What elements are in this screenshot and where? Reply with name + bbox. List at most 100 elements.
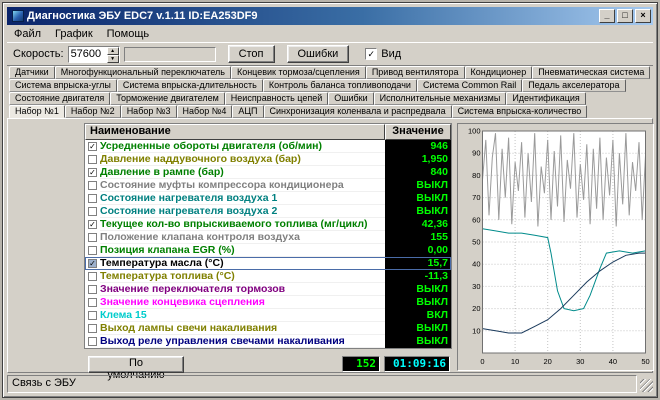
table-row[interactable]: Температура топлива (°C)-11,3	[85, 270, 451, 283]
menu-item-file[interactable]: Файл	[7, 27, 48, 41]
table-row[interactable]: Положение клапана контроля воздуха155	[85, 231, 451, 244]
table-row[interactable]: ✓Температура масла (°C)15,7	[85, 257, 451, 270]
minimize-button[interactable]: _	[599, 9, 615, 23]
table-row[interactable]: Значение переключателя тормозовВЫКЛ	[85, 283, 451, 296]
tab-2-3[interactable]: Ошибки	[328, 92, 373, 105]
stop-button[interactable]: Стоп	[228, 45, 275, 63]
sample-counter: 152	[342, 356, 380, 372]
table-row[interactable]: ✓Текущее кол-во впрыскиваемого топлива (…	[85, 218, 451, 231]
row-checkbox[interactable]	[88, 298, 97, 307]
tab-3-2[interactable]: Набор №3	[121, 105, 177, 118]
table-row[interactable]: Состояние муфты компрессора кондиционера…	[85, 179, 451, 192]
menu-item-graph[interactable]: График	[48, 27, 100, 41]
tab-2-2[interactable]: Неисправность цепей	[225, 92, 328, 105]
table-row[interactable]: ✓Давление в рампе (бар)840	[85, 166, 451, 179]
y-tick-label: 50	[472, 238, 480, 247]
view-label: Вид	[381, 48, 401, 60]
table-row[interactable]: Позиция клапана EGR (%)0,00	[85, 244, 451, 257]
tab-2-4[interactable]: Исполнительные механизмы	[374, 92, 507, 105]
view-checkbox[interactable]: ✓	[365, 48, 377, 60]
row-checkbox[interactable]	[88, 207, 97, 216]
tab-1-3[interactable]: Система Common Rail	[417, 79, 522, 92]
toolbar: Скорость: 57600 ▲ ▼ Стоп Ошибки ✓ Вид	[7, 42, 653, 66]
param-value: 946	[385, 140, 451, 153]
column-header-value[interactable]: Значение	[385, 124, 451, 140]
row-checkbox[interactable]	[88, 285, 97, 294]
tab-2-0[interactable]: Состояние двигателя	[9, 92, 110, 105]
param-label: Давление в рампе (бар)	[100, 166, 385, 179]
row-checkbox[interactable]	[88, 246, 97, 255]
tab-3-5[interactable]: Синхронизация коленвала и распредвала	[264, 105, 452, 118]
table-row[interactable]: ✓Усредненные обороты двигателя (об/мин)9…	[85, 140, 451, 153]
status-bar: Связь с ЭБУ	[7, 375, 653, 393]
tab-1-0[interactable]: Система впрыска-углы	[9, 79, 117, 92]
row-checkbox[interactable]	[88, 181, 97, 190]
tab-0-5[interactable]: Пневматическая система	[532, 66, 650, 79]
row-checkbox[interactable]	[88, 337, 97, 346]
app-window: Диагностика ЭБУ EDC7 v.1.11 ID:EA253DF9 …	[2, 2, 658, 398]
title-bar[interactable]: Диагностика ЭБУ EDC7 v.1.11 ID:EA253DF9 …	[7, 7, 653, 25]
table-row[interactable]: Выход лампы свечи накаливанияВЫКЛ	[85, 322, 451, 335]
menu-bar: ФайлГрафикПомощь	[7, 26, 653, 42]
param-value: ВЫКЛ	[385, 335, 451, 348]
row-checkbox[interactable]	[88, 272, 97, 281]
table-body: ✓Усредненные обороты двигателя (об/мин)9…	[85, 140, 451, 348]
tab-1-1[interactable]: Система впрыска-длительность	[117, 79, 263, 92]
table-row[interactable]: Выход реле управления свечами накаливани…	[85, 335, 451, 348]
errors-button[interactable]: Ошибки	[287, 45, 350, 63]
speed-combo[interactable]: 57600 ▲ ▼	[68, 46, 120, 63]
row-checkbox[interactable]: ✓	[88, 259, 97, 268]
spin-up-icon[interactable]: ▲	[107, 47, 119, 55]
tab-1-4[interactable]: Педаль акселератора	[522, 79, 625, 92]
row-checkbox[interactable]	[88, 233, 97, 242]
tab-strip: ДатчикиМногофункциональный переключатель…	[7, 66, 653, 118]
tab-3-1[interactable]: Набор №2	[65, 105, 121, 118]
param-value: ВЫКЛ	[385, 179, 451, 192]
row-checkbox[interactable]	[88, 311, 97, 320]
tab-2-5[interactable]: Идентификация	[506, 92, 585, 105]
y-tick-label: 40	[472, 260, 480, 269]
table-row[interactable]: Давление наддувочного воздуха (бар)1,950	[85, 153, 451, 166]
param-label: Состояние нагревателя воздуха 2	[100, 205, 385, 218]
param-value: ВЫКЛ	[385, 283, 451, 296]
default-button[interactable]: По умолчанию	[88, 356, 184, 373]
tab-2-1[interactable]: Торможение двигателем	[110, 92, 225, 105]
chart-panel: 01020304050102030405060708090100	[457, 123, 654, 371]
row-checkbox[interactable]	[88, 324, 97, 333]
table-row[interactable]: Состояние нагревателя воздуха 2ВЫКЛ	[85, 205, 451, 218]
row-checkbox[interactable]: ✓	[88, 220, 97, 229]
tab-1-2[interactable]: Контроль баланса топливоподачи	[263, 79, 417, 92]
param-label: Значение переключателя тормозов	[100, 283, 385, 296]
param-value: 840	[385, 166, 451, 179]
resize-grip[interactable]	[640, 379, 653, 392]
maximize-button[interactable]: □	[617, 9, 633, 23]
tab-0-1[interactable]: Многофункциональный переключатель	[55, 66, 231, 79]
tab-3-4[interactable]: АЦП	[232, 105, 263, 118]
tab-row-1: ДатчикиМногофункциональный переключатель…	[7, 66, 653, 79]
tab-0-0[interactable]: Датчики	[9, 66, 55, 79]
speed-spinner[interactable]: ▲ ▼	[107, 47, 119, 62]
table-row[interactable]: Состояние нагревателя воздуха 1ВЫКЛ	[85, 192, 451, 205]
column-header-name[interactable]: Наименование	[85, 124, 385, 140]
spin-down-icon[interactable]: ▼	[107, 55, 119, 63]
menu-item-help[interactable]: Помощь	[100, 27, 157, 41]
tab-3-6[interactable]: Система впрыска-количество	[452, 105, 588, 118]
table-row[interactable]: Клема 15ВКЛ	[85, 309, 451, 322]
row-checkbox[interactable]	[88, 155, 97, 164]
tab-0-3[interactable]: Привод вентилятора	[366, 66, 465, 79]
tab-0-2[interactable]: Концевик тормоза/сцепления	[231, 66, 366, 79]
tab-0-4[interactable]: Кондиционер	[465, 66, 533, 79]
y-tick-label: 90	[472, 149, 480, 158]
param-label: Значение концевика сцепления	[100, 296, 385, 309]
row-checkbox[interactable]: ✓	[88, 142, 97, 151]
tab-3-3[interactable]: Набор №4	[177, 105, 233, 118]
row-checkbox[interactable]: ✓	[88, 168, 97, 177]
param-value: ВЫКЛ	[385, 192, 451, 205]
table-row[interactable]: Значение концевика сцепленияВЫКЛ	[85, 296, 451, 309]
parameter-chart: 01020304050102030405060708090100	[460, 126, 651, 368]
tab-row-2: Система впрыска-углыСистема впрыска-длит…	[7, 79, 653, 92]
close-button[interactable]: ×	[635, 9, 651, 23]
row-checkbox[interactable]	[88, 194, 97, 203]
speed-slider[interactable]	[124, 47, 216, 62]
tab-3-0[interactable]: Набор №1	[9, 105, 65, 118]
